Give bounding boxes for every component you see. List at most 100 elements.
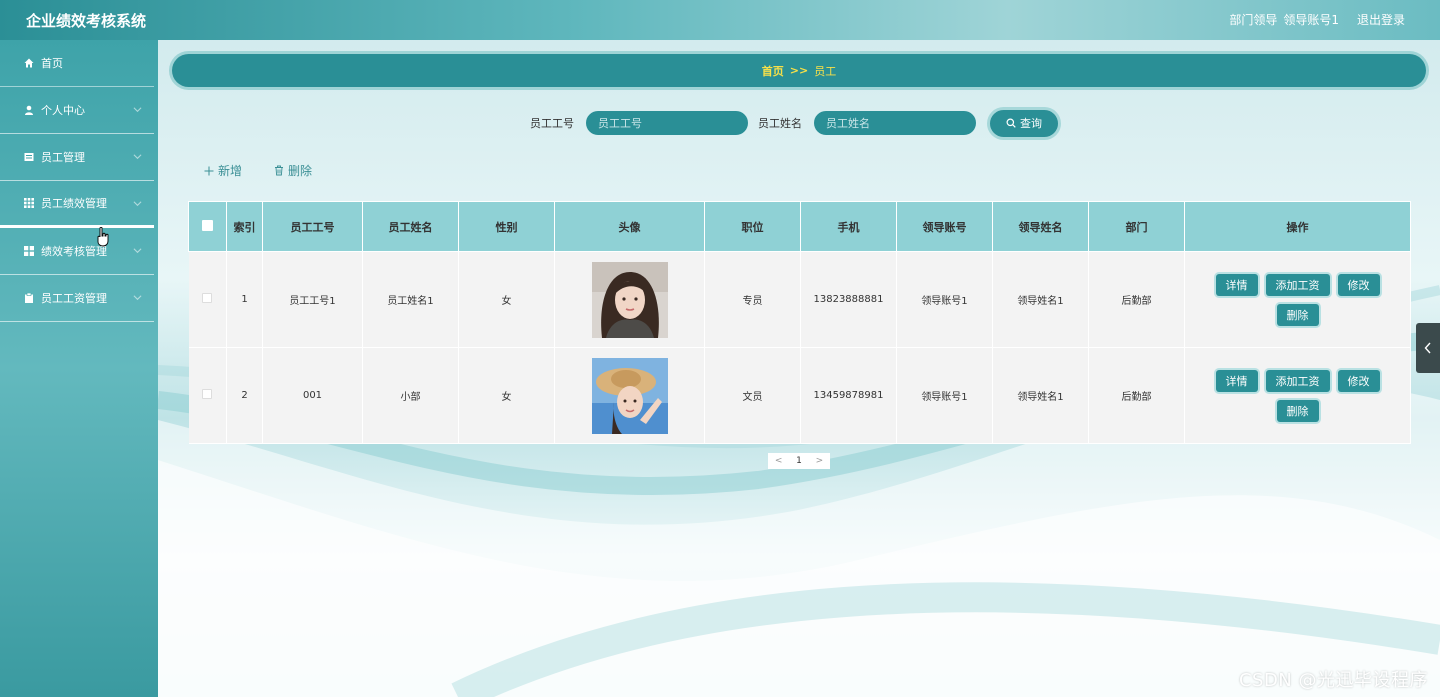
chevron-down-icon: [133, 201, 142, 207]
cell-actions: 详情 添加工资 修改 删除: [1184, 251, 1411, 348]
username: 领导账号1: [1283, 13, 1339, 27]
cell-position: 专员: [704, 251, 801, 348]
cell-gender: 女: [458, 347, 555, 444]
logout-link[interactable]: 退出登录: [1357, 11, 1405, 28]
cell-phone: 13823888881: [800, 251, 897, 348]
column-header: 头像: [554, 201, 705, 252]
emp-name-input[interactable]: [814, 111, 976, 135]
sidebar-item-performance-review[interactable]: 绩效考核管理: [0, 228, 154, 275]
cell-emp-no: 员工工号1: [262, 251, 363, 348]
user-role: 部门领导: [1229, 13, 1278, 27]
sidebar-item-label: 员工管理: [41, 151, 85, 164]
table-header-row: 索引 员工工号 员工姓名 性别 头像 职位 手机 领导账号 领导姓名 部门 操作: [188, 201, 1411, 252]
column-header: 操作: [1184, 201, 1411, 252]
edit-button[interactable]: 修改: [1337, 369, 1380, 392]
cell-phone: 13459878981: [800, 347, 897, 444]
cell-leader-name: 领导姓名1: [992, 347, 1089, 444]
cell-index: 1: [226, 251, 263, 348]
cell-avatar: [554, 251, 705, 348]
add-button-label: 新增: [218, 164, 243, 178]
sidebar-item-salary-management[interactable]: 员工工资管理: [0, 275, 154, 322]
cell-department: 后勤部: [1088, 251, 1185, 348]
edit-button[interactable]: 修改: [1337, 273, 1380, 296]
select-all-cell[interactable]: [188, 201, 227, 252]
cell-leader-account: 领导账号1: [896, 347, 993, 444]
mouse-cursor-icon: [97, 227, 109, 247]
column-header: 职位: [704, 201, 801, 252]
next-page-button[interactable]: >: [816, 456, 824, 466]
chevron-down-icon: [133, 107, 142, 113]
search-icon: [1006, 118, 1016, 128]
cell-actions: 详情 添加工资 修改 删除: [1184, 347, 1411, 444]
employee-table: 索引 员工工号 员工姓名 性别 头像 职位 手机 领导账号 领导姓名 部门 操作…: [188, 201, 1411, 444]
cell-department: 后勤部: [1088, 347, 1185, 444]
query-button[interactable]: 查询: [990, 109, 1058, 137]
row-delete-button[interactable]: 删除: [1276, 303, 1319, 326]
sidebar-item-label: 员工绩效管理: [41, 197, 107, 210]
add-salary-button[interactable]: 添加工资: [1265, 273, 1330, 296]
grid-icon: [23, 197, 35, 209]
avatar: [591, 261, 668, 338]
sidebar-item-profile[interactable]: 个人中心: [0, 87, 154, 134]
chevron-down-icon: [133, 154, 142, 160]
side-panel-toggle[interactable]: [1416, 323, 1440, 373]
chevron-down-icon: [133, 295, 142, 301]
list-icon: [23, 151, 35, 163]
app-title: 企业绩效考核系统: [26, 12, 147, 30]
sidebar-item-employee-management[interactable]: 员工管理: [0, 134, 154, 181]
add-salary-button[interactable]: 添加工资: [1265, 369, 1330, 392]
cell-emp-name: 员工姓名1: [362, 251, 459, 348]
trash-icon: [275, 165, 284, 176]
column-header: 手机: [800, 201, 897, 252]
emp-no-input[interactable]: [586, 111, 748, 135]
sidebar-item-label: 个人中心: [41, 104, 85, 117]
sidebar-item-label: 员工工资管理: [41, 292, 107, 305]
column-header: 部门: [1088, 201, 1185, 252]
cell-position: 文员: [704, 347, 801, 444]
sidebar-item-home[interactable]: 首页: [0, 40, 154, 87]
query-button-label: 查询: [1020, 117, 1042, 130]
detail-button[interactable]: 详情: [1215, 369, 1258, 392]
add-button[interactable]: 新增: [204, 162, 242, 179]
table-row: 2 001 小部 女 文员 13459878981 领导账号1 领导姓名1 后勤…: [188, 347, 1411, 444]
prev-page-button[interactable]: <: [775, 456, 783, 466]
page-number[interactable]: 1: [796, 456, 802, 466]
cell-gender: 女: [458, 251, 555, 348]
home-icon: [23, 57, 35, 69]
watermark: CSDN @光迅毕设程序: [1238, 670, 1428, 691]
delete-button-label: 删除: [288, 164, 313, 178]
column-header: 员工姓名: [362, 201, 459, 252]
cell-avatar: [554, 347, 705, 444]
sidebar: 首页 个人中心 员工管理 员工绩效管理 绩效考核管理 员工工资管理: [0, 40, 158, 697]
row-checkbox[interactable]: [202, 389, 213, 399]
column-header: 领导账号: [896, 201, 993, 252]
row-delete-button[interactable]: 删除: [1276, 399, 1319, 422]
chevron-left-icon: [1424, 342, 1431, 354]
select-all-checkbox[interactable]: [202, 219, 213, 231]
delete-button[interactable]: 删除: [274, 162, 312, 179]
plus-icon: [204, 166, 214, 175]
cell-index: 2: [226, 347, 263, 444]
column-header: 领导姓名: [992, 201, 1089, 252]
breadcrumb-home[interactable]: 首页: [762, 63, 784, 79]
cell-leader-name: 领导姓名1: [992, 251, 1089, 348]
breadcrumb-separator: >>: [789, 64, 809, 77]
row-checkbox[interactable]: [202, 293, 213, 303]
search-form: 员工工号 员工姓名 查询: [530, 109, 1058, 137]
avatar: [591, 357, 668, 434]
sidebar-item-employee-performance[interactable]: 员工绩效管理: [0, 181, 154, 228]
column-header: 员工工号: [262, 201, 363, 252]
cell-emp-no: 001: [262, 347, 363, 444]
clipboard-icon: [23, 292, 35, 304]
cell-emp-name: 小部: [362, 347, 459, 444]
grid-icon: [23, 245, 35, 257]
breadcrumb: 首页 >> 员工: [172, 54, 1426, 87]
emp-name-label: 员工姓名: [758, 117, 802, 130]
detail-button[interactable]: 详情: [1215, 273, 1258, 296]
user-area: 部门领导 领导账号1 退出登录: [1229, 11, 1405, 28]
chevron-down-icon: [133, 248, 142, 254]
table-row: 1 员工工号1 员工姓名1 女 专员 13823888881 领导账号1 领导姓…: [188, 251, 1411, 348]
sidebar-item-label: 首页: [41, 57, 63, 70]
column-header: 性别: [458, 201, 555, 252]
user-icon: [23, 104, 35, 116]
